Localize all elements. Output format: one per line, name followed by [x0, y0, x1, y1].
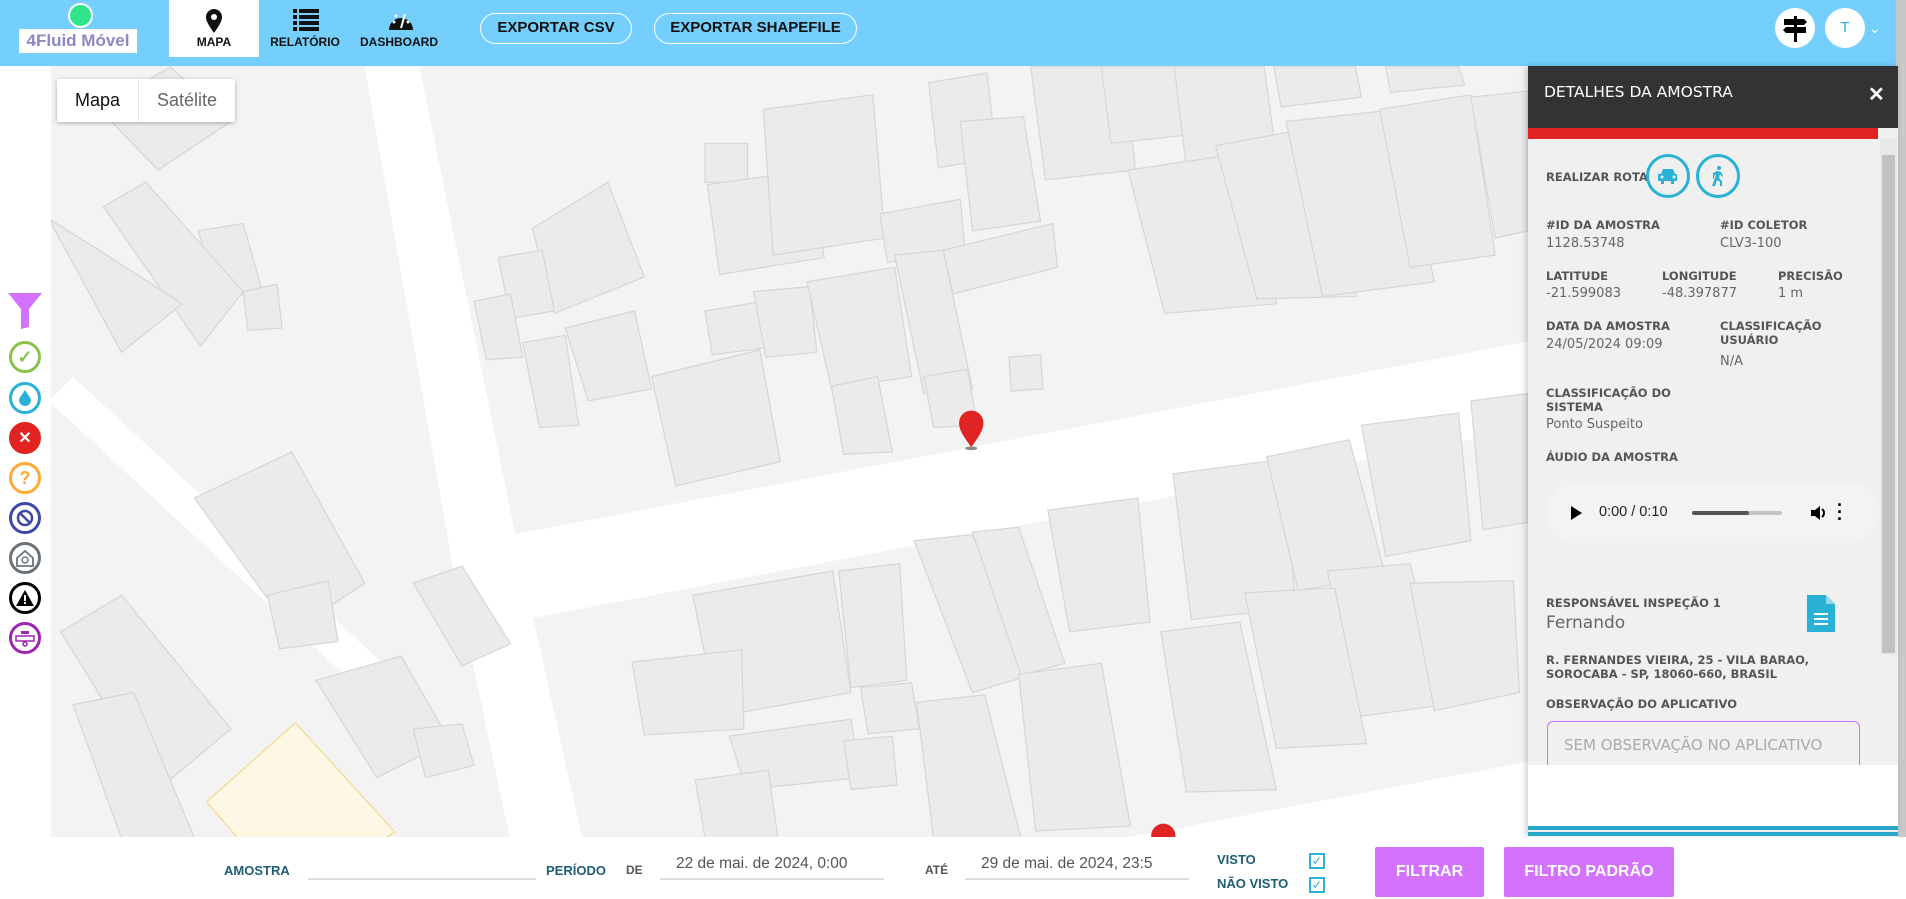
tab-relatorio[interactable]: RELATÓRIO: [260, 0, 350, 57]
export-shapefile-button[interactable]: EXPORTAR SHAPEFILE: [654, 13, 857, 44]
panel-header: DETALHES DA AMOSTRA ✕: [1528, 66, 1898, 128]
check-icon[interactable]: ✓: [9, 341, 41, 373]
play-icon[interactable]: [1571, 506, 1582, 520]
legend-sidebar: ✓ ✕ ?: [0, 66, 51, 837]
audio-volume-slider[interactable]: [1692, 511, 1782, 515]
status-color-bar: [1528, 128, 1878, 139]
date-from-input[interactable]: 22 de mai. de 2024, 0:00: [660, 850, 884, 880]
water-drop-icon[interactable]: [9, 382, 41, 414]
divider: [1528, 832, 1898, 836]
tab-dashboard[interactable]: DASHBOARD: [354, 0, 444, 57]
question-icon[interactable]: ?: [9, 462, 41, 494]
map-type-mapa[interactable]: Mapa: [57, 79, 140, 122]
de-label: DE: [626, 863, 643, 877]
warning-icon[interactable]: [9, 582, 41, 614]
responsavel-value: Fernando: [1546, 613, 1626, 633]
longitude-value: -48.397877: [1662, 286, 1737, 301]
close-icon[interactable]: ✕: [1868, 82, 1885, 107]
map-type-toggle: Mapa Satélite: [57, 79, 236, 122]
filtro-padrao-button[interactable]: FILTRO PADRÃO: [1504, 847, 1674, 897]
chevron-down-icon[interactable]: ⌄: [1869, 20, 1881, 37]
class-sistema-label-2: SISTEMA: [1546, 400, 1603, 414]
latitude-label: LATITUDE: [1546, 269, 1609, 283]
filtrar-button[interactable]: FILTRAR: [1375, 847, 1484, 897]
class-sistema-label: CLASSIFICAÇÃO DO: [1546, 386, 1671, 400]
ate-label: ATÉ: [925, 863, 949, 877]
panel-footer: [1528, 765, 1898, 826]
filter-icon[interactable]: [8, 293, 42, 329]
class-usuario-label: CLASSIFICAÇÃO: [1720, 319, 1822, 333]
id-amostra-label: #ID DA AMOSTRA: [1546, 218, 1660, 232]
obs-label: OBSERVAÇÃO DO APLICATIVO: [1546, 697, 1737, 711]
volume-icon[interactable]: [1809, 503, 1829, 523]
signpost-button[interactable]: [1775, 8, 1815, 48]
audio-player: 0:00 / 0:10 · · ·: [1547, 483, 1880, 543]
car-icon: [1658, 169, 1677, 184]
class-sistema-value: Ponto Suspeito: [1546, 417, 1643, 432]
export-csv-button[interactable]: EXPORTAR CSV: [480, 13, 632, 44]
id-coletor-value: CLV3-100: [1720, 236, 1782, 251]
responsavel-label: RESPONSÁVEL INSPEÇÃO 1: [1546, 596, 1721, 610]
address-line-1: R. FERNANDES VIEIRA, 25 - VILA BARAO,: [1546, 653, 1810, 667]
top-bar: 4Fluid Móvel MAPA RELATÓRIO DASHBOARD EX…: [0, 0, 1906, 66]
tab-mapa[interactable]: MAPA: [169, 0, 259, 57]
amostra-label: AMOSTRA: [224, 863, 290, 878]
divider: [1528, 826, 1898, 830]
precisao-label: PRECISÃO: [1778, 269, 1843, 283]
nao-visto-checkbox[interactable]: ✓: [1309, 877, 1325, 893]
panel-title: DETALHES DA AMOSTRA: [1544, 83, 1733, 101]
map-pin-icon: [206, 9, 222, 33]
longitude-label: LONGITUDE: [1662, 269, 1737, 283]
audio-label: ÁUDIO DA AMOSTRA: [1546, 450, 1678, 464]
house-icon[interactable]: [9, 542, 41, 574]
data-label: DATA DA AMOSTRA: [1546, 319, 1670, 333]
signpost-icon: [1783, 16, 1807, 42]
avatar[interactable]: T: [1825, 8, 1865, 48]
periodo-label: PERÍODO: [546, 863, 606, 878]
walking-icon: [1712, 166, 1723, 186]
visto-label: VISTO: [1217, 852, 1256, 867]
more-options-icon[interactable]: · · ·: [1837, 496, 1843, 528]
panel-scrollbar[interactable]: [1880, 139, 1897, 655]
amostra-input[interactable]: [308, 850, 536, 880]
route-label: REALIZAR ROTA: [1546, 170, 1648, 184]
audio-time: 0:00 / 0:10: [1599, 504, 1668, 520]
document-icon[interactable]: [1807, 595, 1835, 632]
date-to-input[interactable]: 29 de mai. de 2024, 23:5: [965, 850, 1189, 880]
address-line-2: SOROCABA - SP, 18060-660, BRASIL: [1546, 667, 1778, 681]
route-car-button[interactable]: [1646, 154, 1690, 198]
logo-drop-icon: [68, 3, 93, 28]
latitude-value: -21.599083: [1546, 286, 1621, 301]
data-value: 24/05/2024 09:09: [1546, 337, 1663, 352]
error-x-icon[interactable]: ✕: [9, 422, 41, 454]
map-type-satelite[interactable]: Satélite: [139, 79, 235, 122]
list-icon: [293, 9, 319, 31]
blocked-icon[interactable]: [9, 502, 41, 534]
visto-checkbox[interactable]: ✓: [1309, 853, 1325, 869]
route-walk-button[interactable]: [1696, 154, 1740, 198]
nao-visto-label: NÃO VISTO: [1217, 876, 1289, 891]
class-usuario-label-2: USUÁRIO: [1720, 333, 1779, 347]
precisao-value: 1 m: [1778, 286, 1804, 301]
class-usuario-value: N/A: [1720, 354, 1743, 369]
app-logo[interactable]: 4Fluid Móvel: [19, 29, 137, 53]
id-coletor-label: #ID COLETOR: [1720, 218, 1808, 232]
id-amostra-value: 1128.53748: [1546, 236, 1625, 251]
gauge-icon: [389, 13, 413, 30]
sample-details-panel: DETALHES DA AMOSTRA ✕ REALIZAR ROTA #ID …: [1528, 66, 1898, 837]
valve-icon[interactable]: [9, 622, 41, 654]
